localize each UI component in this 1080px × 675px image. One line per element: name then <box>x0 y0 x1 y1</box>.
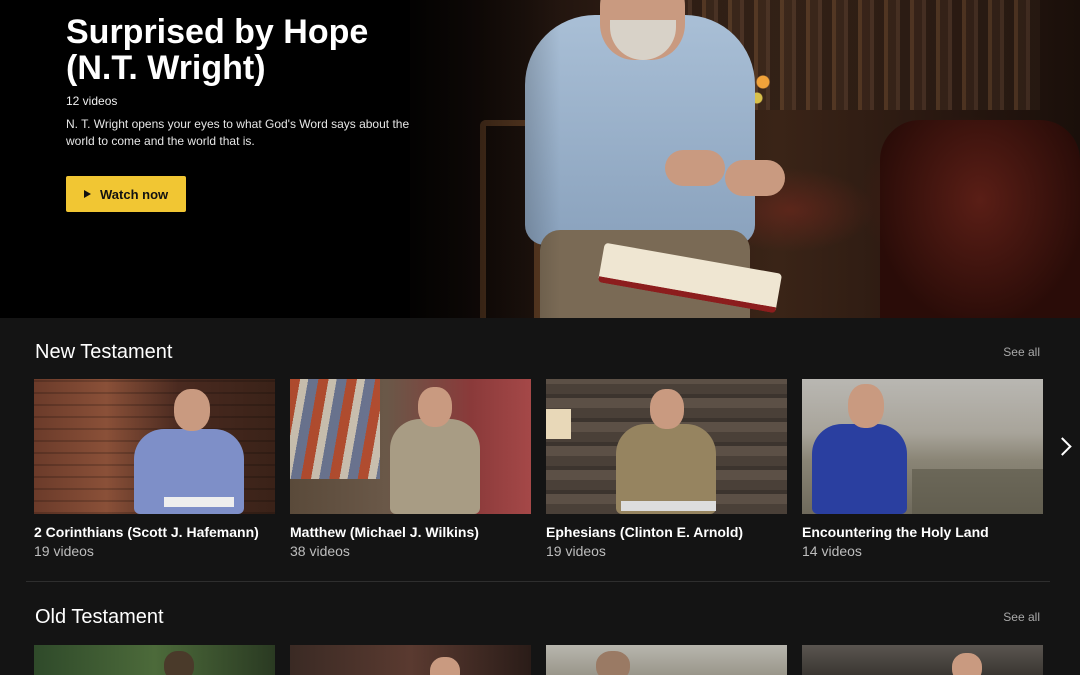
series-card[interactable] <box>546 645 787 675</box>
new-testament-carousel: 2 Corinthians (Scott J. Hafemann) 19 vid… <box>34 379 1043 559</box>
section-divider <box>26 581 1050 582</box>
series-card[interactable]: Matthew (Michael J. Wilkins) 38 videos <box>290 379 531 559</box>
see-all-new-testament-link[interactable]: See all <box>1003 345 1040 359</box>
series-thumbnail <box>546 379 787 514</box>
series-card[interactable] <box>290 645 531 675</box>
series-thumbnail <box>34 379 275 514</box>
hero-video-count: 12 videos <box>66 94 118 108</box>
series-count: 19 videos <box>34 543 94 559</box>
section-title-old-testament: Old Testament <box>35 606 164 628</box>
series-thumbnail <box>802 379 1043 514</box>
watch-now-label: Watch now <box>100 186 169 202</box>
play-icon <box>84 190 91 198</box>
series-title: 2 Corinthians (Scott J. Hafemann) <box>34 524 259 540</box>
section-title-new-testament: New Testament <box>35 341 173 363</box>
series-title: Ephesians (Clinton E. Arnold) <box>546 524 744 540</box>
watch-now-button[interactable]: Watch now <box>66 176 186 212</box>
series-card[interactable]: 2 Corinthians (Scott J. Hafemann) 19 vid… <box>34 379 275 559</box>
series-thumbnail <box>34 645 275 675</box>
series-thumbnail <box>290 645 531 675</box>
series-thumbnail <box>290 379 531 514</box>
series-thumbnail <box>802 645 1043 675</box>
series-card[interactable]: Encountering the Holy Land 14 videos <box>802 379 1043 559</box>
series-card[interactable] <box>34 645 275 675</box>
chevron-right-icon[interactable] <box>1054 432 1074 462</box>
see-all-old-testament-link[interactable]: See all <box>1003 610 1040 624</box>
hero-banner: Surprised by Hope (N.T. Wright) 12 video… <box>0 0 1080 318</box>
series-thumbnail <box>546 645 787 675</box>
hero-title: Surprised by Hope (N.T. Wright) <box>66 13 369 87</box>
series-card[interactable] <box>802 645 1043 675</box>
series-title: Matthew (Michael J. Wilkins) <box>290 524 479 540</box>
old-testament-carousel <box>34 645 1043 675</box>
series-count: 19 videos <box>546 543 606 559</box>
series-count: 14 videos <box>802 543 862 559</box>
series-title: Encountering the Holy Land <box>802 524 989 540</box>
series-count: 38 videos <box>290 543 350 559</box>
hero-description: N. T. Wright opens your eyes to what God… <box>66 117 410 148</box>
series-card[interactable]: Ephesians (Clinton E. Arnold) 19 videos <box>546 379 787 559</box>
